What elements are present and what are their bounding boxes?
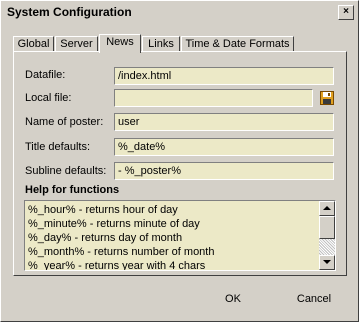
scroll-down-button[interactable]	[319, 255, 335, 270]
arrow-down-icon	[323, 260, 331, 264]
config-window: System Configuration × Global Server New…	[0, 0, 359, 322]
scroll-track[interactable]	[319, 239, 335, 255]
tab-server[interactable]: Server	[55, 36, 98, 52]
help-item[interactable]: %_day% - returns day of month	[28, 231, 318, 245]
help-scrollbar[interactable]	[319, 201, 335, 270]
help-list: %_hour% - returns hour of day %_minute% …	[28, 203, 318, 270]
arrow-up-icon	[323, 206, 331, 210]
tab-news[interactable]: News	[99, 34, 141, 53]
tab-time-date-formats[interactable]: Time & Date Formats	[181, 36, 294, 52]
local-file-label: Local file:	[25, 92, 72, 104]
help-item[interactable]: %_minute% - returns minute of day	[28, 217, 318, 231]
help-item[interactable]: %_month% - returns number of month	[28, 245, 318, 259]
tab-global[interactable]: Global	[13, 36, 54, 52]
poster-name-field[interactable]: user	[114, 113, 334, 131]
help-title: Help for functions	[25, 184, 120, 196]
ok-button[interactable]: OK	[198, 288, 268, 311]
title-defaults-label: Title defaults:	[25, 141, 91, 153]
scroll-thumb[interactable]	[319, 216, 335, 239]
subline-defaults-field[interactable]: - %_poster%	[114, 162, 334, 180]
help-item[interactable]: %_year% - returns year with 4 chars	[28, 259, 318, 270]
title-bar: System Configuration ×	[3, 3, 356, 22]
tab-links[interactable]: Links	[142, 36, 180, 52]
news-panel: Datafile: /index.html Local file: Name o…	[13, 51, 347, 276]
scroll-up-button[interactable]	[319, 201, 335, 216]
title-defaults-field[interactable]: %_date%	[114, 138, 334, 156]
help-item[interactable]: %_hour% - returns hour of day	[28, 203, 318, 217]
datafile-field[interactable]: /index.html	[114, 67, 334, 85]
cancel-button[interactable]: Cancel	[279, 288, 349, 311]
poster-name-label: Name of poster:	[25, 116, 104, 128]
local-file-field[interactable]	[114, 89, 313, 107]
floppy-disk-icon[interactable]	[320, 91, 334, 105]
window-title: System Configuration	[7, 5, 132, 19]
help-list-box[interactable]: %_hour% - returns hour of day %_minute% …	[24, 200, 336, 271]
subline-defaults-label: Subline defaults:	[25, 165, 107, 177]
datafile-label: Datafile:	[25, 69, 66, 81]
close-icon[interactable]: ×	[338, 5, 354, 20]
